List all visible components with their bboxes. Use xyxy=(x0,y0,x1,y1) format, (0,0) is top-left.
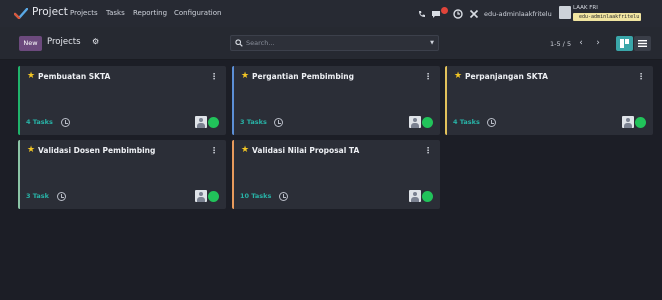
task-count[interactable]: 4 Tasks xyxy=(26,118,53,126)
pager-next-button[interactable]: › xyxy=(591,36,605,51)
app-name[interactable]: Project xyxy=(32,6,68,18)
kanban-view-button[interactable] xyxy=(616,36,633,51)
user-avatar[interactable] xyxy=(559,6,571,19)
company-name: LAAK FRI xyxy=(573,5,598,11)
project-name[interactable]: Validasi Dosen Pembimbing xyxy=(38,146,155,155)
project-name[interactable]: Pembuatan SKTA xyxy=(38,72,110,81)
menu-tasks[interactable]: Tasks xyxy=(106,9,125,17)
status-indicator[interactable] xyxy=(422,117,433,128)
menu-projects[interactable]: Projects xyxy=(70,9,98,17)
activity-clock-icon[interactable] xyxy=(487,118,496,127)
project-card[interactable]: ★ Validasi Nilai Proposal TA ⋮ 10 Tasks xyxy=(232,140,440,209)
activity-clock-icon[interactable] xyxy=(274,118,283,127)
card-menu-icon[interactable]: ⋮ xyxy=(637,72,645,81)
pager-prev-button[interactable]: ‹ xyxy=(574,36,588,51)
control-panel: New Projects ⚙ ▼ 1-5 / 5 ‹ › xyxy=(0,27,662,60)
project-name[interactable]: Perpanjangan SKTA xyxy=(465,72,548,81)
task-count[interactable]: 10 Tasks xyxy=(240,192,271,200)
kanban-icon xyxy=(620,39,629,48)
menu-configuration[interactable]: Configuration xyxy=(174,9,221,17)
chat-badge xyxy=(441,7,448,14)
activity-clock-icon[interactable] xyxy=(279,192,288,201)
favorite-star-icon[interactable]: ★ xyxy=(241,146,249,155)
chat-icon[interactable] xyxy=(431,10,441,19)
avatar[interactable] xyxy=(409,116,421,128)
card-menu-icon[interactable]: ⋮ xyxy=(424,72,432,81)
search-icon xyxy=(235,39,243,47)
project-card[interactable]: ★ Pembuatan SKTA ⋮ 4 Tasks xyxy=(18,66,226,135)
pager-value[interactable]: 1-5 / 5 xyxy=(550,40,571,48)
breadcrumb: Projects xyxy=(47,37,81,47)
status-indicator[interactable] xyxy=(635,117,646,128)
project-app-icon[interactable] xyxy=(14,8,28,19)
avatar[interactable] xyxy=(195,116,207,128)
status-indicator[interactable] xyxy=(422,191,433,202)
clock-icon[interactable] xyxy=(453,9,463,19)
kanban-board: ★ Pembuatan SKTA ⋮ 4 Tasks ★ Pergantian … xyxy=(0,60,662,300)
project-name[interactable]: Validasi Nilai Proposal TA xyxy=(252,146,359,155)
avatar[interactable] xyxy=(195,190,207,202)
gear-icon[interactable]: ⚙ xyxy=(92,37,99,46)
status-indicator[interactable] xyxy=(208,191,219,202)
search-options-toggle-icon[interactable]: ▼ xyxy=(430,40,434,46)
task-count[interactable]: 3 Task xyxy=(26,192,49,200)
menu-reporting[interactable]: Reporting xyxy=(133,9,167,17)
activity-clock-icon[interactable] xyxy=(57,192,66,201)
phone-icon[interactable] xyxy=(418,10,426,18)
database-name: edu-adminlaakfritelu xyxy=(573,13,642,21)
card-menu-icon[interactable]: ⋮ xyxy=(210,72,218,81)
search-input[interactable] xyxy=(246,37,421,49)
project-card[interactable]: ★ Pergantian Pembimbing ⋮ 3 Tasks xyxy=(232,66,440,135)
top-navbar: Project Projects Tasks Reporting Configu… xyxy=(0,0,662,27)
project-name[interactable]: Pergantian Pembimbing xyxy=(252,72,354,81)
avatar[interactable] xyxy=(622,116,634,128)
favorite-star-icon[interactable]: ★ xyxy=(27,72,35,81)
company-switcher[interactable]: LAAK FRI edu-adminlaakfritelu xyxy=(573,5,659,22)
user-name[interactable]: edu-adminlaakfritelu xyxy=(484,10,552,18)
card-menu-icon[interactable]: ⋮ xyxy=(424,146,432,155)
task-count[interactable]: 4 Tasks xyxy=(453,118,480,126)
list-icon xyxy=(638,40,647,47)
card-menu-icon[interactable]: ⋮ xyxy=(210,146,218,155)
activity-clock-icon[interactable] xyxy=(61,118,70,127)
favorite-star-icon[interactable]: ★ xyxy=(454,72,462,81)
project-card[interactable]: ★ Validasi Dosen Pembimbing ⋮ 3 Task xyxy=(18,140,226,209)
task-count[interactable]: 3 Tasks xyxy=(240,118,267,126)
list-view-button[interactable] xyxy=(634,36,651,51)
status-indicator[interactable] xyxy=(208,117,219,128)
favorite-star-icon[interactable]: ★ xyxy=(27,146,35,155)
avatar[interactable] xyxy=(409,190,421,202)
project-card[interactable]: ★ Perpanjangan SKTA ⋮ 4 Tasks xyxy=(445,66,653,135)
new-button[interactable]: New xyxy=(19,36,42,51)
search-bar: ▼ xyxy=(230,35,439,51)
tools-icon[interactable] xyxy=(469,9,479,19)
favorite-star-icon[interactable]: ★ xyxy=(241,72,249,81)
